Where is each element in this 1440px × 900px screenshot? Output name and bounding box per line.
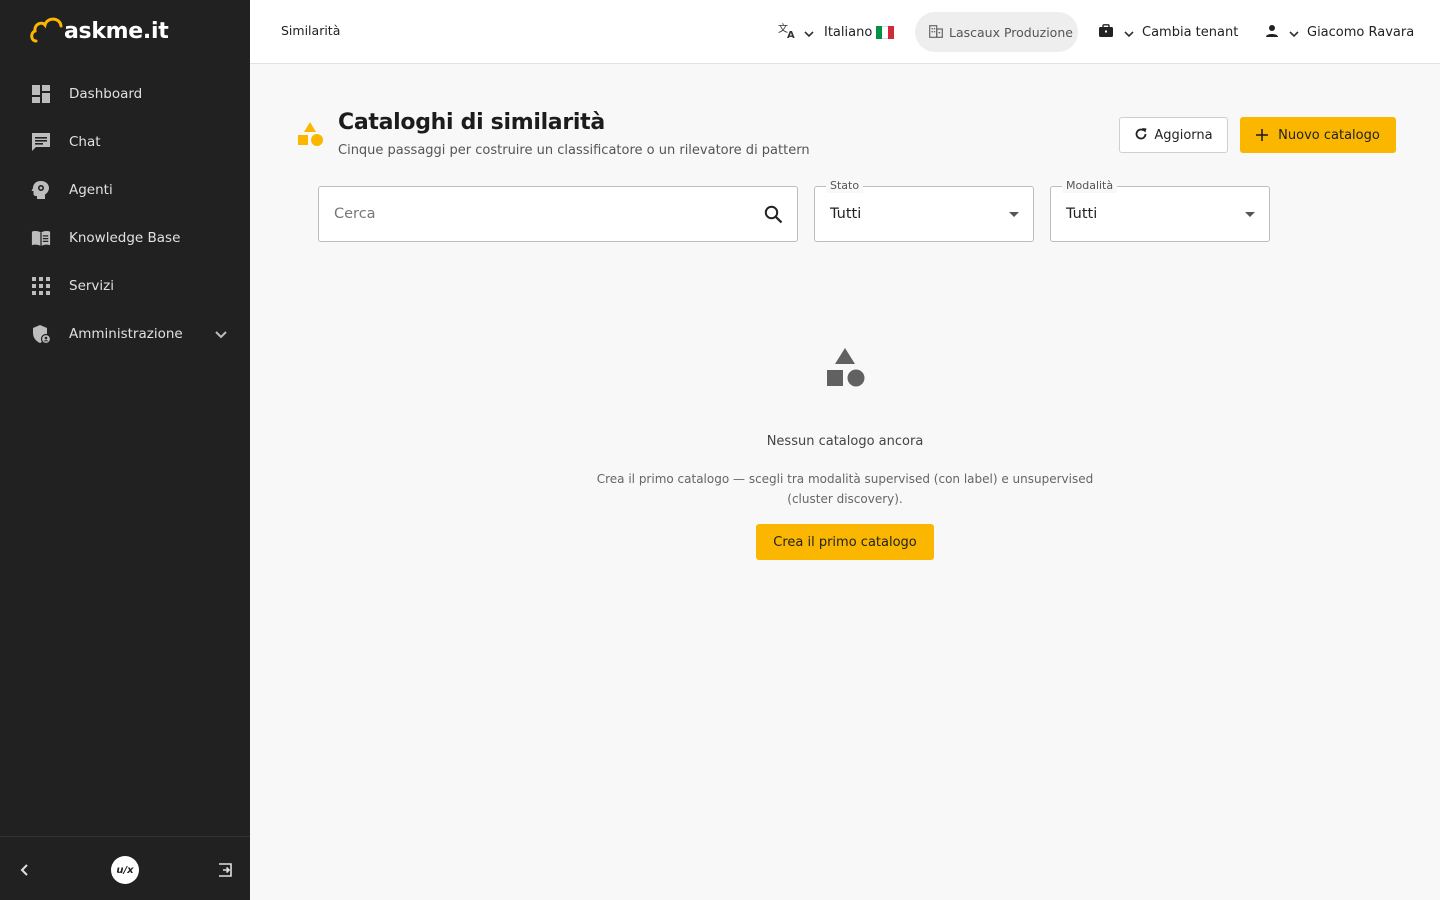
chevron-down-icon <box>1124 23 1134 42</box>
refresh-icon <box>1134 126 1148 145</box>
state-filter-label: Stato <box>826 179 864 193</box>
switch-tenant-label: Cambia tenant <box>1142 24 1239 40</box>
language-label: Italiano <box>824 24 873 40</box>
sidebar-item-admin[interactable]: Amministrazione <box>0 310 250 358</box>
translate-icon: 文A <box>778 21 798 43</box>
chevron-down-icon[interactable] <box>214 325 228 344</box>
empty-shapes-icon <box>825 347 867 389</box>
svg-text:A: A <box>787 30 795 39</box>
mode-filter-select[interactable]: Modalità Tutti <box>1050 179 1270 242</box>
top-header: Similarità 文A Italiano Lascaux Produzion… <box>250 0 1440 64</box>
user-menu[interactable]: Giacomo Ravara <box>1265 20 1414 44</box>
admin-shield-icon <box>31 324 51 344</box>
search-icon[interactable] <box>764 205 783 228</box>
user-name: Giacomo Ravara <box>1307 24 1415 40</box>
state-filter-select[interactable]: Stato Tutti <box>814 179 1034 242</box>
refresh-label: Aggiorna <box>1154 127 1213 143</box>
chevron-down-icon <box>1289 23 1299 42</box>
italy-flag-icon <box>876 25 895 39</box>
state-filter-value: Tutti <box>830 206 862 222</box>
tenant-name: Lascaux Produzione <box>949 24 1073 40</box>
building-icon <box>929 23 943 42</box>
new-catalog-label: Nuovo catalogo <box>1278 127 1380 143</box>
agent-icon <box>31 180 51 200</box>
sidebar-item-dashboard[interactable]: Dashboard <box>0 70 250 118</box>
sidebar-item-label: Agenti <box>69 182 113 198</box>
language-selector[interactable]: 文A Italiano <box>778 20 895 44</box>
empty-state-description: Crea il primo catalogo — scegli tra moda… <box>596 472 1094 506</box>
switch-tenant-menu[interactable]: Cambia tenant <box>1098 20 1238 44</box>
plus-icon <box>1256 126 1269 145</box>
brand-badge[interactable]: u/x <box>111 856 139 884</box>
dashboard-icon <box>31 84 51 104</box>
logout-icon[interactable] <box>217 861 235 879</box>
shapes-icon <box>296 120 326 150</box>
dropdown-arrow-icon <box>1245 212 1255 217</box>
sidebar-item-label: Chat <box>69 134 101 150</box>
mode-filter-label: Modalità <box>1062 179 1118 193</box>
sidebar-nav: Dashboard Chat Agenti Knowledge Base Ser… <box>0 70 250 358</box>
sidebar-item-agents[interactable]: Agenti <box>0 166 250 214</box>
sidebar-item-label: Dashboard <box>69 86 143 102</box>
logo-text: askme.it <box>64 19 169 44</box>
empty-state-title: Nessun catalogo ancora <box>766 434 924 449</box>
current-tenant-chip[interactable]: Lascaux Produzione <box>915 12 1078 52</box>
briefcase-icon <box>1098 23 1114 42</box>
sidebar-item-services[interactable]: Servizi <box>0 262 250 310</box>
page-title: Cataloghi di similarità <box>338 110 605 135</box>
sidebar-footer: u/x <box>0 836 250 900</box>
search-input[interactable] <box>334 187 754 241</box>
cloud-logo-icon <box>30 17 63 43</box>
sidebar-item-label: Amministrazione <box>69 326 183 342</box>
book-icon <box>31 228 51 248</box>
apps-grid-icon <box>31 276 51 296</box>
app-logo[interactable]: askme.it <box>30 11 169 45</box>
collapse-sidebar-icon[interactable] <box>16 861 34 879</box>
create-first-catalog-button[interactable]: Crea il primo catalogo <box>756 524 934 560</box>
chevron-down-icon <box>804 23 814 42</box>
sidebar-item-knowledge-base[interactable]: Knowledge Base <box>0 214 250 262</box>
refresh-button[interactable]: Aggiorna <box>1119 117 1228 153</box>
sidebar: askme.it Dashboard Chat Agenti Knowledge… <box>0 0 250 900</box>
search-box <box>318 186 798 242</box>
user-icon <box>1265 23 1279 42</box>
sidebar-item-chat[interactable]: Chat <box>0 118 250 166</box>
sidebar-item-label: Knowledge Base <box>69 230 181 246</box>
sidebar-item-label: Servizi <box>69 278 115 294</box>
new-catalog-button[interactable]: Nuovo catalogo <box>1240 117 1396 153</box>
dropdown-arrow-icon <box>1009 212 1019 217</box>
breadcrumb: Similarità <box>281 23 341 38</box>
chat-icon <box>31 132 51 152</box>
mode-filter-value: Tutti <box>1066 206 1098 222</box>
page-subtitle: Cinque passaggi per costruire un classif… <box>338 143 810 158</box>
